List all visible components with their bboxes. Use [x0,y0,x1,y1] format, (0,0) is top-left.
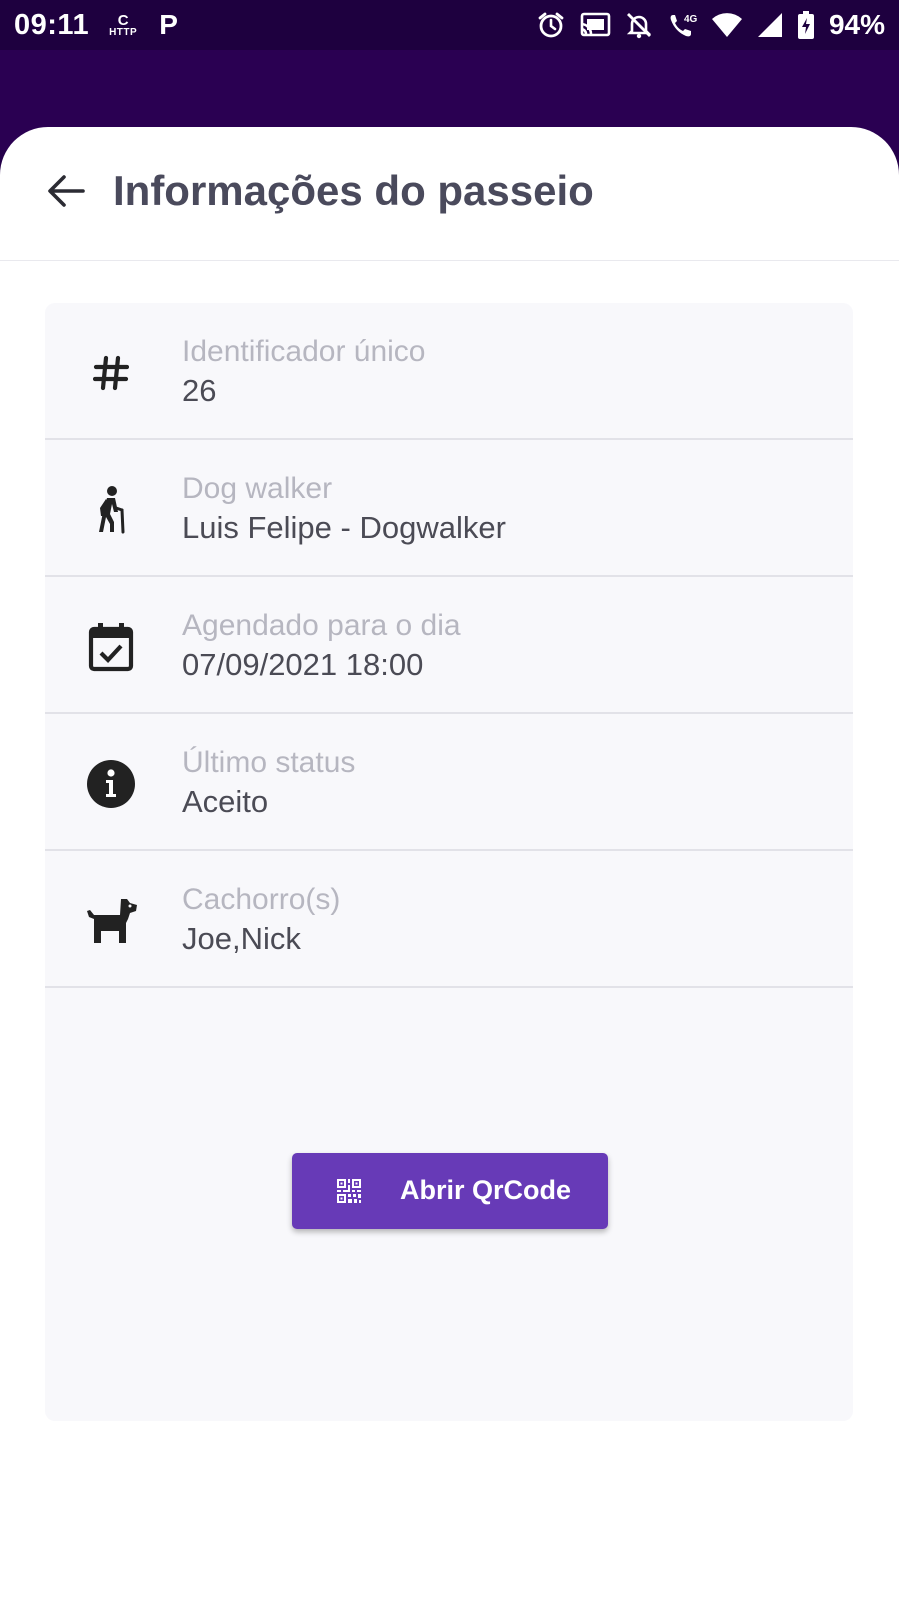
parking-icon: P [159,9,178,40]
hiker-icon [83,482,139,538]
info-value: 07/09/2021 18:00 [182,647,424,682]
info-row-id: Identificador único 26 [45,303,853,440]
hash-icon [83,345,139,401]
info-row-dogs: Cachorro(s) Joe,Nick [45,851,853,988]
http-icon-bottom: HTTP [109,26,138,38]
alarm-icon [537,11,565,39]
info-label: Último status [182,746,356,779]
status-time: 09:11 [14,8,90,41]
open-qrcode-button[interactable]: Abrir QrCode [292,1153,608,1229]
http-icon: C HTTP [109,13,137,38]
top-bar: Informações do passeio [0,127,899,261]
walk-info-card: Identificador único 26 Dog walker Luis F… [45,303,853,1421]
info-value: Luis Felipe - Dogwalker [182,510,506,545]
info-value: Joe,Nick [182,921,301,956]
cast-icon [579,12,611,38]
status-bar: 09:11 C HTTP P 4G 94% [0,0,899,50]
http-icon-top: C [117,11,129,29]
wifi-icon [711,12,743,38]
content-sheet: Informações do passeio Identificador úni… [0,127,899,1599]
signal-icon [757,12,783,38]
info-row-scheduled: Agendado para o dia 07/09/2021 18:00 [45,577,853,714]
info-label: Dog walker [182,472,333,505]
wifi-calling-icon: 4G [667,11,697,39]
qr-code-icon [337,1179,361,1203]
info-icon [83,756,139,812]
arrow-left-icon [48,175,85,207]
status-left-icons: C HTTP P [109,9,178,41]
info-row-dog-walker: Dog walker Luis Felipe - Dogwalker [45,440,853,577]
open-qrcode-label: Abrir QrCode [400,1175,572,1205]
info-value: 26 [182,373,217,408]
info-label: Cachorro(s) [182,883,341,916]
battery-charging-icon [797,11,815,39]
battery-percent: 94% [828,9,885,40]
info-value: Aceito [182,784,269,819]
info-label: Identificador único [182,335,426,368]
back-button[interactable] [44,169,88,213]
calendar-check-icon [83,619,139,675]
page-title: Informações do passeio [113,167,594,214]
dog-icon [83,893,139,949]
svg-text:4G: 4G [684,14,697,25]
notifications-off-icon [625,11,653,39]
status-right-icons: 4G 94% [537,9,885,41]
info-row-status: Último status Aceito [45,714,853,851]
info-label: Agendado para o dia [182,609,461,642]
